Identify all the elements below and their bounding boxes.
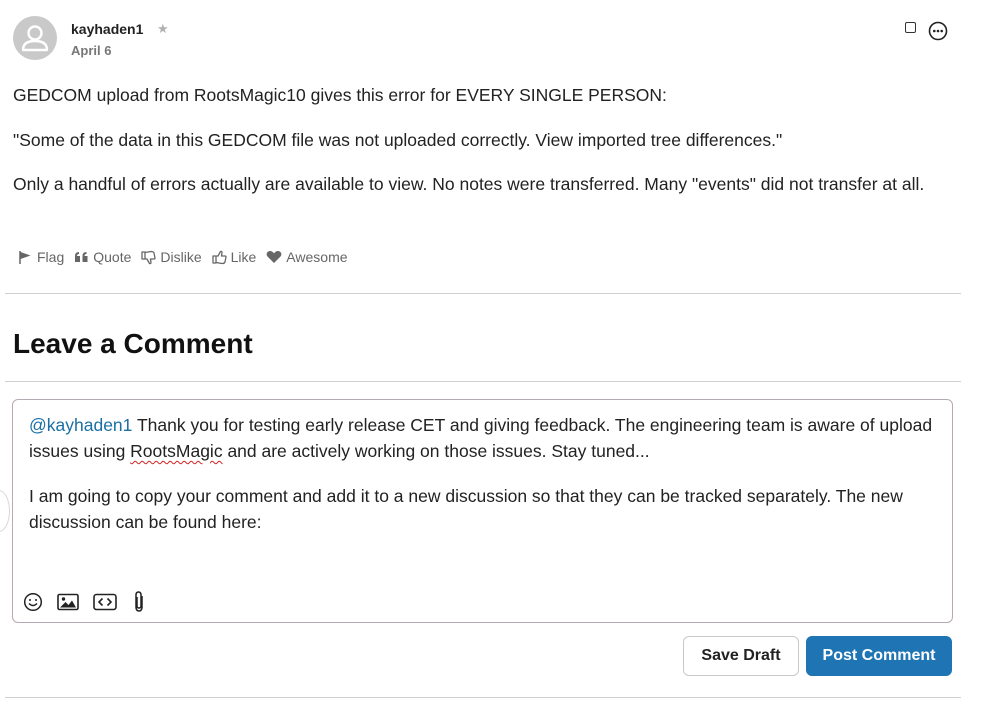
like-button[interactable]: Like — [211, 249, 257, 265]
reactions-bar: Flag Quote Dislike Like Awesome — [18, 247, 358, 267]
divider — [5, 293, 961, 294]
code-icon — [93, 593, 117, 611]
user-silhouette-icon — [21, 25, 49, 52]
post-header: kayhaden1 ★ April 6 — [13, 16, 963, 62]
thumbs-up-icon — [211, 250, 227, 264]
post-paragraph: Only a handful of errors actually are av… — [13, 174, 925, 194]
flag-label: Flag — [37, 249, 65, 265]
post-paragraph: "Some of the data in this GEDCOM file wa… — [13, 130, 783, 150]
divider — [5, 381, 961, 382]
comment-heading: Leave a Comment — [13, 328, 253, 359]
dislike-label: Dislike — [160, 249, 202, 265]
quote-label: Quote — [93, 249, 132, 265]
dislike-button[interactable]: Dislike — [141, 249, 202, 265]
image-button[interactable] — [57, 593, 79, 611]
flag-button[interactable]: Flag — [18, 249, 64, 265]
quote-button[interactable]: Quote — [74, 249, 131, 265]
emoji-icon — [23, 592, 43, 612]
editor-paragraph[interactable]: I am going to copy your comment and add … — [29, 483, 939, 535]
quote-icon — [75, 251, 88, 262]
post-comment-button[interactable]: Post Comment — [806, 636, 952, 676]
divider — [5, 697, 961, 698]
editor-toolbar — [23, 590, 161, 614]
select-checkbox[interactable] — [905, 22, 916, 33]
flag-icon — [19, 250, 31, 264]
like-label: Like — [230, 249, 257, 265]
editor-paragraph[interactable]: @kayhaden1 Thank you for testing early r… — [29, 412, 939, 464]
save-draft-button[interactable]: Save Draft — [683, 636, 799, 676]
comment-editor[interactable]: @kayhaden1 Thank you for testing early r… — [12, 399, 953, 623]
awesome-button[interactable]: Awesome — [266, 249, 348, 265]
attachment-icon — [135, 591, 143, 612]
avatar[interactable] — [13, 16, 57, 60]
attachment-button[interactable] — [131, 590, 147, 614]
user-mention[interactable]: @kayhaden1 — [29, 415, 132, 435]
image-icon — [57, 593, 79, 611]
star-icon: ★ — [157, 21, 169, 36]
thumbs-down-icon — [141, 250, 157, 264]
post-date[interactable]: April 6 — [71, 43, 111, 58]
heart-icon — [266, 250, 282, 263]
awesome-label: Awesome — [286, 249, 348, 265]
editor-text-segment: and are actively working on those issues… — [222, 441, 650, 461]
more-options-icon[interactable] — [928, 21, 948, 41]
post-paragraph: GEDCOM upload from RootsMagic10 gives th… — [13, 85, 667, 105]
misspelled-word[interactable]: RootsMagic — [130, 441, 222, 461]
emoji-button[interactable] — [23, 592, 43, 612]
side-panel-handle[interactable] — [0, 490, 10, 532]
code-button[interactable] — [93, 593, 117, 611]
author-name[interactable]: kayhaden1 — [71, 21, 143, 37]
